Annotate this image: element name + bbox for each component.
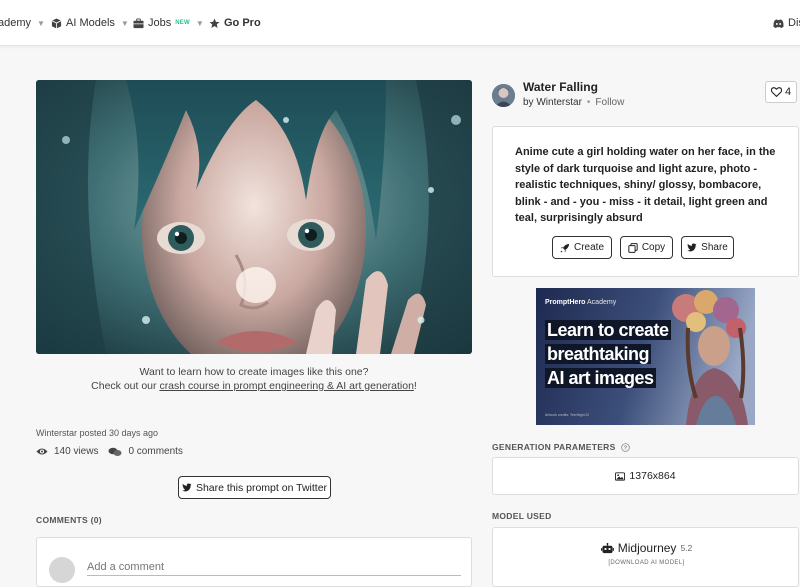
image-size: 1376x864 bbox=[629, 470, 676, 482]
twitter-icon bbox=[182, 483, 192, 492]
follow-link[interactable]: Follow bbox=[595, 97, 624, 108]
model-version: 5.2 bbox=[680, 543, 693, 553]
comments-icon bbox=[108, 447, 122, 456]
download-model-link[interactable]: [DOWNLOAD AI MODEL] bbox=[493, 560, 800, 566]
ad-brand-rest: Academy bbox=[585, 299, 617, 306]
comments-heading: COMMENTS (0) bbox=[36, 515, 102, 525]
generation-heading: GENERATION PARAMETERS bbox=[492, 442, 616, 452]
rocket-icon bbox=[560, 243, 570, 253]
chevron-down-icon: ▼ bbox=[120, 18, 129, 28]
share-button[interactable]: Share bbox=[681, 236, 734, 259]
svg-text:?: ? bbox=[623, 445, 627, 451]
comment-box bbox=[36, 537, 472, 587]
like-count: 4 bbox=[784, 86, 792, 98]
cube-icon bbox=[51, 17, 62, 29]
nav-discord[interactable]: Dis bbox=[773, 17, 800, 29]
ad-brand-bold: PromptHero bbox=[545, 299, 586, 306]
avatar-image bbox=[492, 84, 515, 107]
academy-ad-banner[interactable]: PromptHero Academy Learn to create breat… bbox=[536, 288, 755, 425]
image-icon bbox=[615, 471, 626, 481]
post-stats: 140 views 0 comments bbox=[36, 446, 183, 457]
model-heading: MODEL USED bbox=[492, 511, 552, 521]
prompt-text: Anime cute a girl holding water on her f… bbox=[515, 146, 776, 224]
eye-icon bbox=[36, 448, 48, 455]
promo-prefix: Check out our bbox=[91, 380, 160, 392]
author-avatar[interactable] bbox=[492, 84, 515, 107]
help-icon[interactable]: ? bbox=[620, 442, 630, 452]
comments-count: 0 comments bbox=[128, 446, 183, 457]
nav-jobs[interactable]: Jobs NEW ▼ bbox=[133, 17, 204, 29]
image-size-card: 1376x864 bbox=[492, 457, 799, 495]
top-nav: ademy ▼ AI Models ▼ Jobs NEW ▼ Go Pro Di… bbox=[0, 0, 800, 46]
share-twitter-button[interactable]: Share this prompt on Twitter bbox=[178, 476, 331, 499]
author-link[interactable]: Winterstar bbox=[536, 97, 582, 108]
create-label: Create bbox=[573, 242, 604, 253]
share-twitter-label: Share this prompt on Twitter bbox=[195, 481, 328, 494]
posted-info: Winterstar posted 30 days ago bbox=[36, 428, 159, 438]
ad-line-1: Learn to create bbox=[545, 320, 671, 340]
nav-academy-label: ademy bbox=[0, 17, 32, 29]
comment-input[interactable] bbox=[87, 558, 461, 576]
ad-line-2: breathtaking bbox=[545, 344, 652, 364]
crash-course-link[interactable]: crash course in prompt engineering & AI … bbox=[159, 380, 413, 392]
nav-ai-models[interactable]: AI Models ▼ bbox=[51, 17, 129, 29]
ad-credit: Artwork credits: TeerNiger12 bbox=[545, 413, 590, 417]
promo-suffix: ! bbox=[413, 380, 417, 392]
copy-icon bbox=[628, 242, 638, 253]
nav-ai-models-label: AI Models bbox=[66, 17, 115, 29]
create-button[interactable]: Create bbox=[552, 236, 612, 259]
chevron-down-icon: ▼ bbox=[37, 18, 45, 28]
nav-academy[interactable]: ademy ▼ bbox=[0, 17, 45, 29]
new-badge: NEW bbox=[175, 20, 190, 26]
heart-icon bbox=[770, 87, 782, 97]
nav-discord-label: Dis bbox=[788, 17, 800, 29]
by-line: by Winterstar • Follow bbox=[523, 97, 624, 108]
ad-brand: PromptHero Academy bbox=[545, 299, 616, 306]
by-prefix: by bbox=[523, 97, 534, 108]
copy-button[interactable]: Copy bbox=[620, 236, 673, 259]
nav-go-pro-label: Go Pro bbox=[224, 17, 261, 29]
twitter-icon bbox=[687, 243, 697, 252]
copy-label: Copy bbox=[641, 242, 666, 253]
nav-go-pro[interactable]: Go Pro bbox=[209, 17, 261, 29]
chevron-down-icon: ▼ bbox=[195, 18, 204, 28]
promo-line-2: Check out our crash course in prompt eng… bbox=[36, 380, 472, 392]
robot-icon bbox=[600, 542, 614, 553]
ad-line-3: AI art images bbox=[545, 368, 656, 388]
views-count: 140 views bbox=[54, 446, 99, 457]
ad-headline: Learn to create breathtaking AI art imag… bbox=[545, 318, 671, 390]
share-label: Share bbox=[701, 242, 728, 253]
avatar bbox=[49, 557, 75, 583]
discord-icon bbox=[773, 18, 784, 28]
like-button[interactable]: 4 bbox=[765, 81, 797, 103]
model-name-row[interactable]: Midjourney 5.2 bbox=[493, 541, 800, 555]
model-name: Midjourney bbox=[617, 541, 677, 555]
promo-line-1: Want to learn how to create images like … bbox=[139, 366, 369, 378]
nav-jobs-label: Jobs bbox=[148, 17, 172, 29]
image-title: Water Falling bbox=[523, 80, 598, 94]
briefcase-icon bbox=[133, 17, 144, 28]
model-card: Midjourney 5.2 [DOWNLOAD AI MODEL] bbox=[492, 527, 799, 587]
prompt-card: Anime cute a girl holding water on her f… bbox=[492, 126, 799, 277]
separator-dot: • bbox=[586, 97, 591, 108]
prompt-image-art bbox=[36, 80, 472, 354]
star-icon bbox=[209, 18, 220, 28]
prompt-image[interactable] bbox=[36, 80, 472, 354]
generation-heading-row: GENERATION PARAMETERS ? bbox=[492, 442, 630, 452]
